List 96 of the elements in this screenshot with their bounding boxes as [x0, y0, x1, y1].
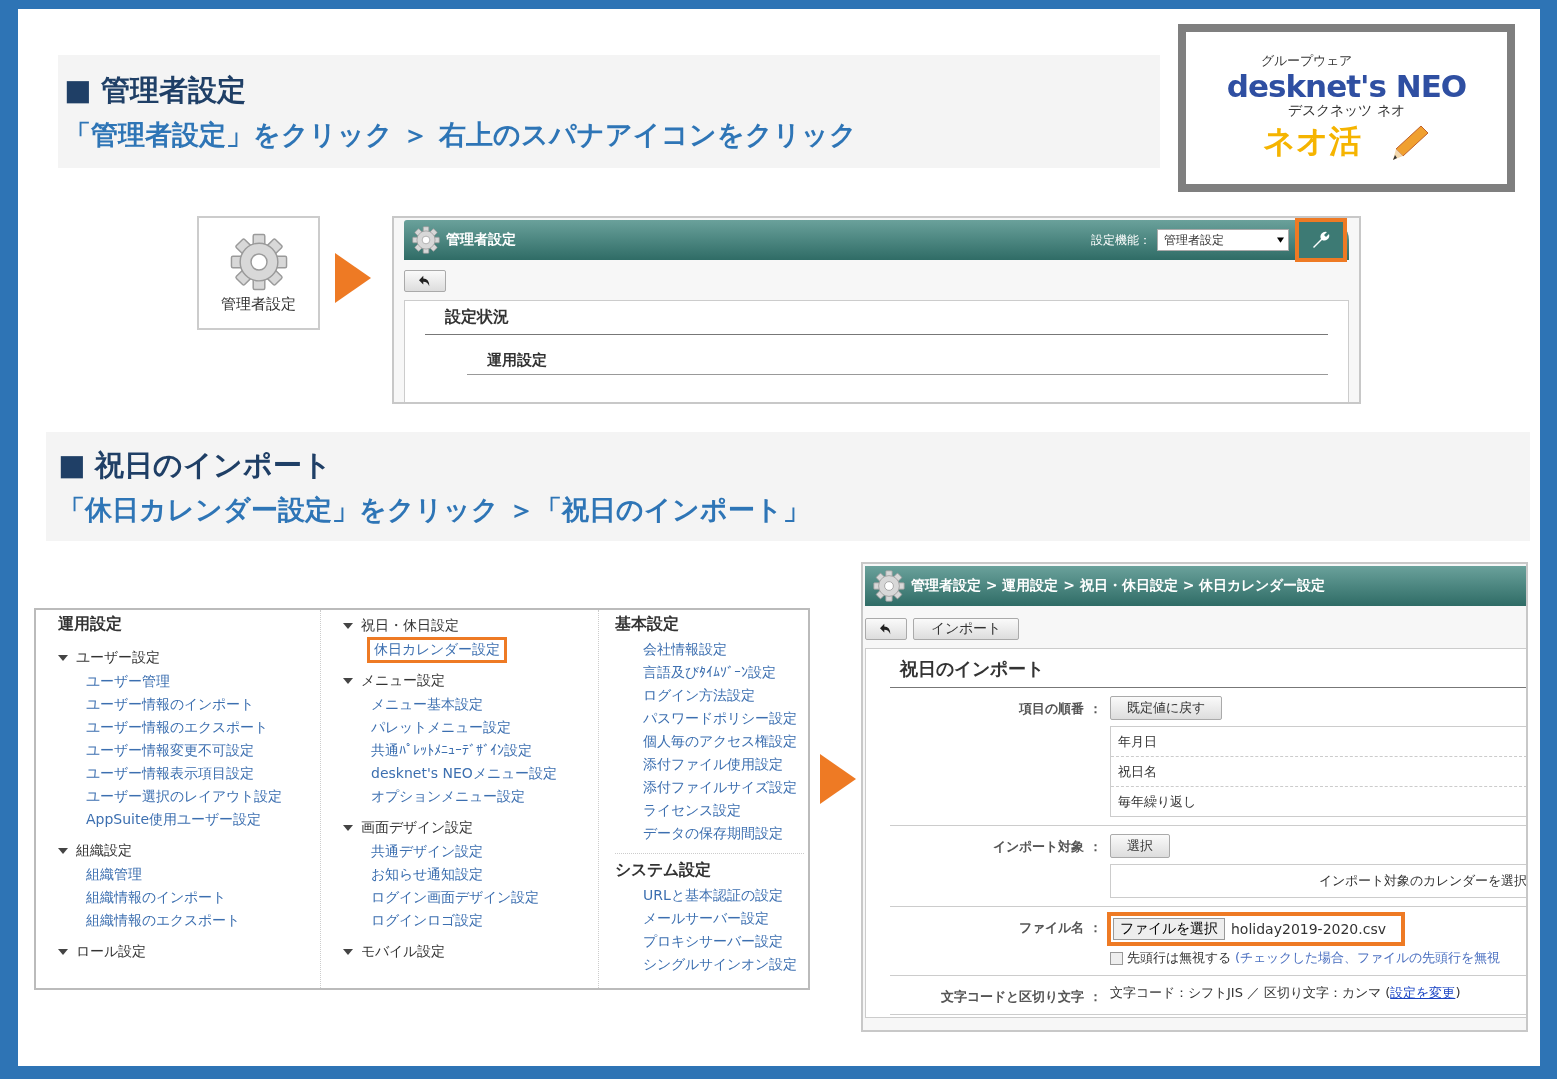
order-list-item[interactable]: 祝日名	[1111, 756, 1526, 786]
group-label: 組織設定	[76, 842, 132, 860]
menu-group[interactable]: モバイル設定	[343, 940, 598, 964]
field-label: ファイル名 ：	[1019, 920, 1102, 935]
caret-icon	[1277, 237, 1284, 243]
gear-icon	[412, 226, 440, 254]
menu-link[interactable]: ユーザー情報表示項目設定	[82, 763, 258, 784]
change-settings-link[interactable]: 設定を変更	[1390, 985, 1456, 1000]
menu-link[interactable]: オプションメニュー設定	[367, 786, 529, 807]
gear-icon	[873, 570, 905, 602]
order-list-item[interactable]: 年月日	[1111, 727, 1526, 756]
checkbox-note: (チェックした場合、ファイルの先頭行を無視	[1235, 949, 1501, 967]
menu-link[interactable]: お知らせ通知設定	[367, 864, 487, 885]
menu-link[interactable]: ユーザー選択のレイアウト設定	[82, 786, 286, 807]
menu-heading: 運用設定	[58, 614, 123, 635]
right-arrow-icon	[820, 754, 856, 804]
logo-tagline: グループウェア	[1261, 51, 1352, 70]
section-instruction: 「管理者設定」をクリック ＞ 右上のスパナアイコンをクリック	[64, 117, 858, 152]
admin-settings-tile[interactable]: 管理者設定	[197, 216, 320, 330]
menu-link[interactable]: 会社情報設定	[639, 639, 731, 660]
menu-link[interactable]: ユーザー管理	[82, 671, 174, 692]
menu-heading: システム設定	[615, 860, 712, 881]
menu-link[interactable]: desknet's NEOメニュー設定	[367, 763, 561, 784]
back-arrow-icon	[879, 623, 893, 635]
menu-link[interactable]: プロキシサーバー設定	[639, 931, 787, 952]
encoding-text: 文字コード：シフトJIS ／ 区切り文字：カンマ (設定を変更)	[1110, 984, 1461, 1002]
reset-order-button[interactable]: 既定値に戻す	[1110, 696, 1222, 720]
menu-link[interactable]: 休日カレンダー設定	[367, 636, 507, 663]
group-label: ロール設定	[76, 943, 146, 961]
menu-heading: 基本設定	[615, 614, 680, 635]
menu-link[interactable]: 共通ﾊﾟﾚｯﾄﾒﾆｭｰﾃﾞｻﾞｲﾝ設定	[367, 740, 536, 761]
menu-group[interactable]: 組織設定	[58, 839, 320, 863]
order-list-item[interactable]: 毎年繰り返し	[1111, 786, 1526, 816]
section-instruction: 「休日カレンダー設定」をクリック ＞「祝日のインポート」	[58, 492, 812, 527]
group-label: 祝日・休日設定	[361, 617, 459, 635]
menu-link[interactable]: 個人毎のアクセス権設定	[639, 731, 801, 752]
menu-group[interactable]: ユーザー設定	[58, 646, 320, 670]
menu-link[interactable]: ユーザー情報のインポート	[82, 694, 258, 715]
panel-heading: 祝日のインポート	[890, 657, 1526, 688]
logo-reading: デスクネッツ ネオ	[1288, 102, 1405, 121]
breadcrumb: 管理者設定 > 運用設定 > 祝日・休日設定 > 休日カレンダー設定	[911, 577, 1326, 595]
group-label: ユーザー設定	[76, 649, 160, 667]
logo-slogan: ネオ活	[1262, 121, 1361, 163]
group-label: メニュー設定	[361, 672, 445, 690]
menu-link[interactable]: パレットメニュー設定	[367, 717, 515, 738]
menu-link[interactable]: メールサーバー設定	[639, 908, 773, 929]
field-label: インポート対象 ：	[993, 839, 1102, 854]
menu-link[interactable]: メニュー基本設定	[367, 694, 487, 715]
menu-link[interactable]: 言語及びﾀｲﾑｿﾞｰﾝ設定	[639, 662, 780, 683]
panel-subheading: 運用設定	[467, 351, 1328, 375]
gear-icon	[229, 232, 288, 291]
menu-link[interactable]: シングルサインオン設定	[639, 954, 801, 975]
panel-heading: 設定状況	[425, 307, 1328, 335]
menu-link[interactable]: パスワードポリシー設定	[639, 708, 801, 729]
menu-group[interactable]: メニュー設定	[343, 669, 598, 693]
function-select[interactable]: 管理者設定	[1157, 229, 1289, 251]
menu-link[interactable]: ユーザー情報のエクスポート	[82, 717, 272, 738]
select-button[interactable]: 選択	[1110, 834, 1170, 858]
menu-link[interactable]: 組織情報のインポート	[82, 887, 230, 908]
menu-link[interactable]: 組織情報のエクスポート	[82, 910, 244, 931]
function-label: 設定機能：	[1091, 231, 1151, 249]
checkbox-label: 先頭行は無視する	[1127, 949, 1231, 967]
import-button[interactable]: インポート	[913, 618, 1019, 640]
wrench-icon	[1311, 230, 1331, 250]
section-title: ■ 管理者設定	[64, 71, 248, 109]
file-input-field[interactable]: ファイルを選択 holiday2019-2020.csv	[1110, 915, 1402, 943]
menu-link[interactable]: ログインロゴ設定	[367, 910, 487, 931]
target-hint: インポート対象のカレンダーを選択	[1319, 872, 1526, 890]
menu-link[interactable]: ユーザー情報変更不可設定	[82, 740, 258, 761]
right-arrow-icon	[335, 253, 371, 303]
menu-link[interactable]: データの保存期間設定	[639, 823, 787, 844]
menu-link[interactable]: 組織管理	[82, 864, 146, 885]
menu-link[interactable]: AppSuite使用ユーザー設定	[82, 809, 266, 830]
group-label: 画面デザイン設定	[361, 819, 473, 837]
window-title: 管理者設定	[446, 231, 516, 249]
menu-group[interactable]: ロール設定	[58, 940, 320, 964]
menu-group[interactable]: 祝日・休日設定	[343, 614, 598, 638]
group-label: モバイル設定	[361, 943, 445, 961]
back-button[interactable]	[404, 270, 446, 292]
menu-link[interactable]: ログイン方法設定	[639, 685, 759, 706]
menu-link[interactable]: ログイン画面デザイン設定	[367, 887, 543, 908]
menu-link[interactable]: 共通デザイン設定	[367, 841, 487, 862]
section-title: ■ 祝日のインポート	[58, 446, 334, 484]
back-arrow-icon	[418, 275, 432, 287]
settings-button[interactable]	[1295, 218, 1347, 262]
field-label: 文字コードと区切り文字 ：	[941, 989, 1102, 1004]
menu-link[interactable]: ライセンス設定	[639, 800, 745, 821]
logo-brand: desknet's NEO	[1226, 69, 1467, 103]
menu-group[interactable]: 画面デザイン設定	[343, 816, 598, 840]
field-label: 項目の順番 ：	[1019, 701, 1102, 716]
checkbox[interactable]	[1110, 951, 1123, 965]
menu-link[interactable]: 添付ファイル使用設定	[639, 754, 787, 775]
tile-label: 管理者設定	[221, 294, 296, 314]
menu-link[interactable]: URLと基本認証の設定	[639, 885, 787, 906]
back-button[interactable]	[865, 618, 907, 640]
menu-link[interactable]: 添付ファイルサイズ設定	[639, 777, 801, 798]
